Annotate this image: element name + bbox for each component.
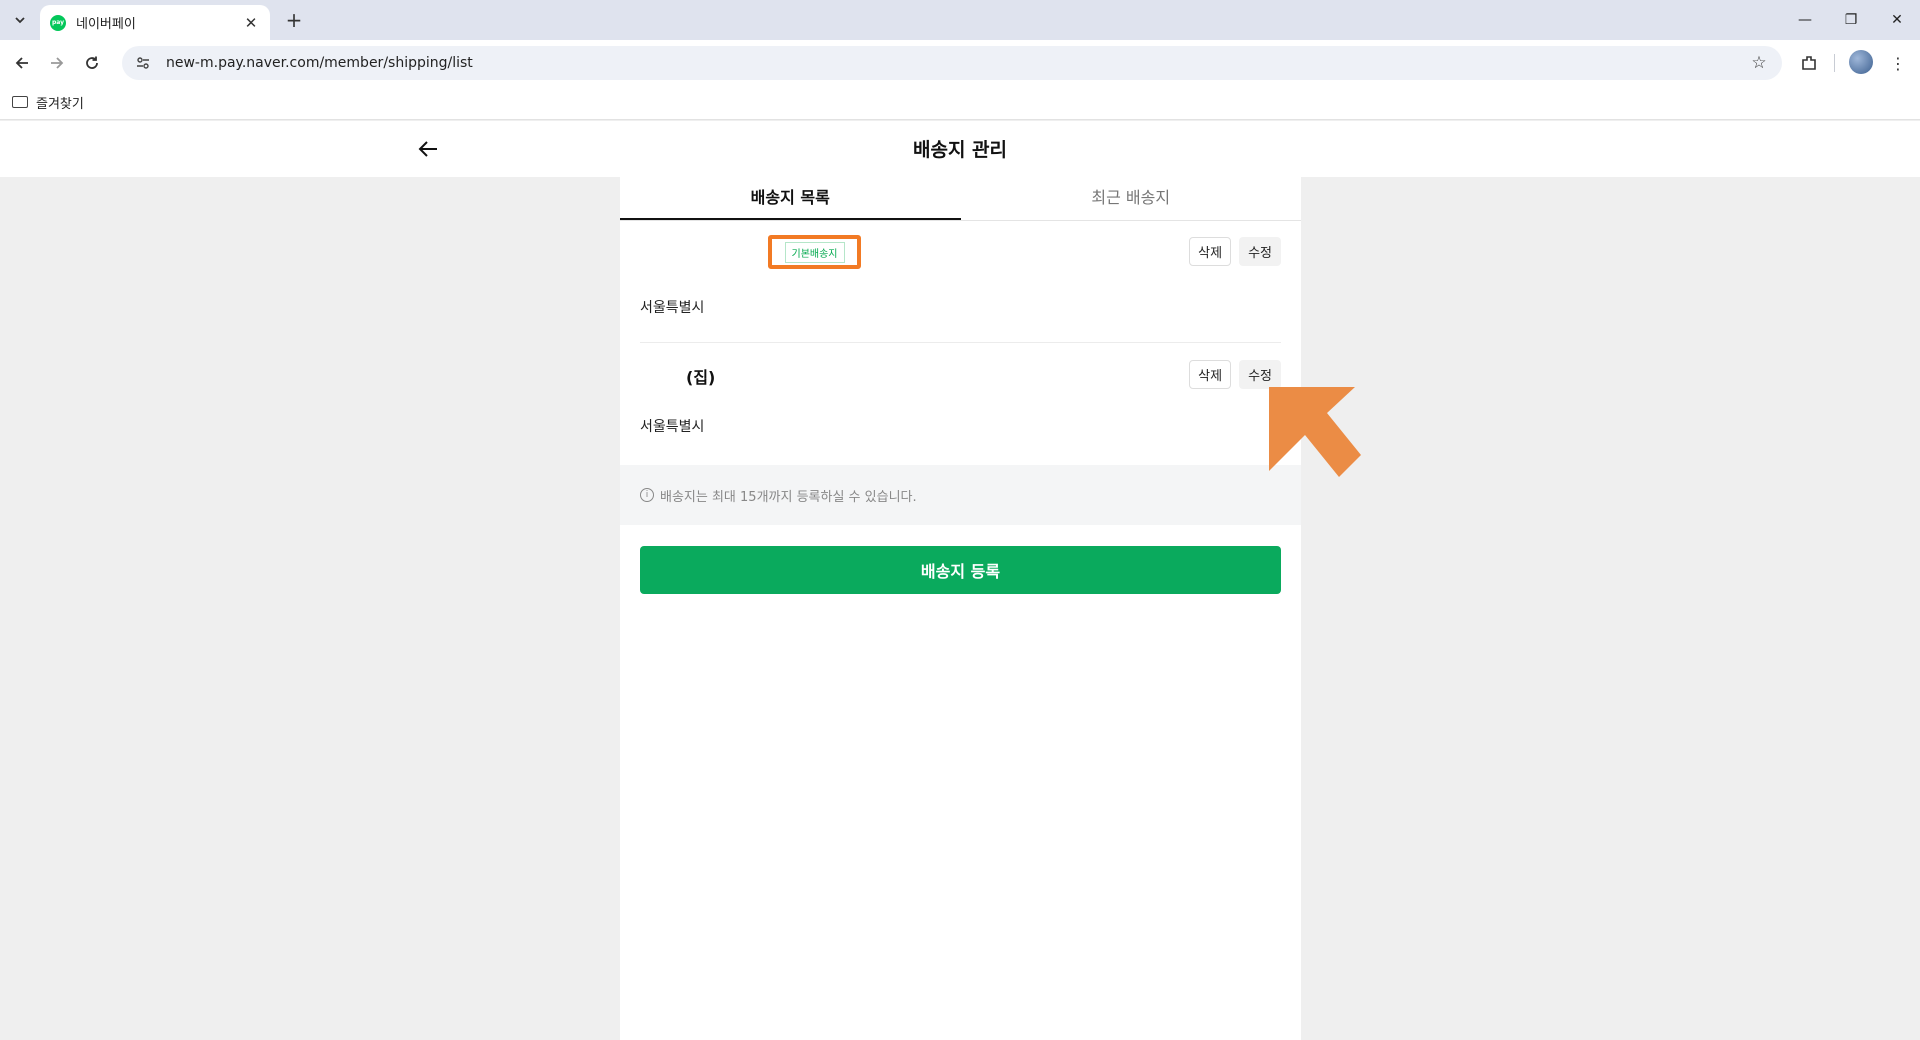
address-text: 서울특별시 <box>640 300 705 316</box>
highlight-box: 기본배송지 <box>768 235 861 269</box>
site-info-icon[interactable] <box>128 48 158 78</box>
address-name: (집) <box>686 368 716 387</box>
shipping-panel: 배송지 목록 최근 배송지 기본배송지 삭제 수정 서울특별시 (집) 삭제 수… <box>620 177 1301 1040</box>
notice-box: i 배송지는 최대 15개까지 등록하실 수 있습니다. <box>620 465 1301 525</box>
close-tab-icon[interactable]: ✕ <box>242 14 260 32</box>
back-icon[interactable] <box>8 49 36 77</box>
address-text: 서울특별시 <box>640 419 705 435</box>
address-item: 기본배송지 삭제 수정 서울특별시 <box>640 235 1281 343</box>
bookmarks-bar: 즐겨찾기 <box>0 85 1920 120</box>
bookmark-star-icon[interactable]: ☆ <box>1744 53 1774 73</box>
address-bar[interactable]: new-m.pay.naver.com/member/shipping/list… <box>122 46 1782 80</box>
page-header: 배송지 관리 <box>0 121 1920 177</box>
forward-icon[interactable] <box>43 49 71 77</box>
shipping-tabs: 배송지 목록 최근 배송지 <box>620 177 1301 221</box>
restore-icon[interactable]: ❐ <box>1831 8 1871 32</box>
new-tab-plus-icon[interactable]: + <box>282 8 306 32</box>
address-item: (집) 삭제 수정 서울특별시 <box>640 358 1281 463</box>
toolbar-divider <box>1834 54 1835 72</box>
browser-tabstrip: pay 네이버페이 ✕ + — ❐ ✕ <box>0 0 1920 40</box>
more-menu-icon[interactable]: ⋮ <box>1884 49 1912 77</box>
minimize-icon[interactable]: — <box>1785 8 1825 32</box>
default-address-badge: 기본배송지 <box>784 241 845 263</box>
notice-text: 배송지는 최대 15개까지 등록하실 수 있습니다. <box>660 489 917 505</box>
delete-button[interactable]: 삭제 <box>1189 237 1232 266</box>
browser-tab[interactable]: pay 네이버페이 ✕ <box>40 5 270 40</box>
tab-recent-shipping[interactable]: 최근 배송지 <box>961 177 1302 220</box>
browser-toolbar: new-m.pay.naver.com/member/shipping/list… <box>0 40 1920 85</box>
annotation-arrow-icon <box>1269 387 1361 477</box>
folder-icon <box>12 96 28 108</box>
info-icon: i <box>640 488 654 502</box>
page-title: 배송지 관리 <box>912 139 1007 161</box>
bookmark-folder-label[interactable]: 즐겨찾기 <box>36 93 84 112</box>
window-close-icon[interactable]: ✕ <box>1877 8 1917 32</box>
address-actions: 삭제 수정 <box>1189 237 1281 266</box>
register-address-button[interactable]: 배송지 등록 <box>640 546 1281 594</box>
delete-button[interactable]: 삭제 <box>1189 360 1232 389</box>
reload-icon[interactable] <box>78 49 106 77</box>
profile-avatar[interactable] <box>1849 50 1873 74</box>
extensions-icon[interactable] <box>1795 49 1823 77</box>
naver-pay-favicon-icon: pay <box>50 14 66 31</box>
tab-search-chevron-icon[interactable] <box>7 7 33 33</box>
url-text[interactable]: new-m.pay.naver.com/member/shipping/list <box>166 55 1744 71</box>
edit-button[interactable]: 수정 <box>1239 237 1281 266</box>
tab-shipping-list[interactable]: 배송지 목록 <box>620 177 961 220</box>
tab-title: 네이버페이 <box>76 17 136 32</box>
